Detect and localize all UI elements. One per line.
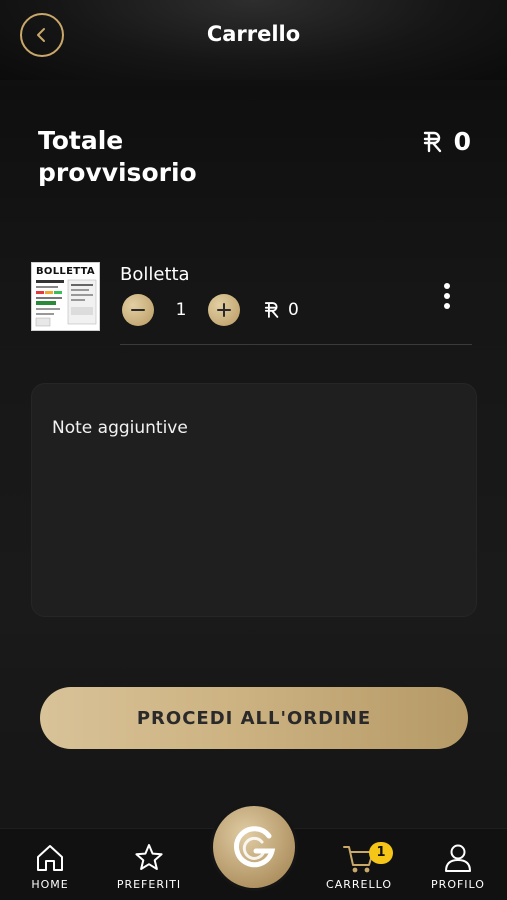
currency-icon (264, 302, 279, 318)
proceed-button-label: PROCEDI ALL'ORDINE (136, 707, 372, 729)
notes-field[interactable]: Note aggiuntive (31, 383, 477, 617)
nav-item-home[interactable]: HOME (10, 841, 90, 891)
item-divider (120, 344, 472, 345)
nav-label-preferiti: PREFERITI (116, 878, 182, 891)
brand-logo-button[interactable] (213, 806, 295, 888)
nav-label-carrello: CARRELLO (326, 878, 392, 891)
nav-item-preferiti[interactable]: PREFERITI (109, 841, 189, 891)
nav-item-profilo[interactable]: PROFILO (418, 841, 498, 891)
document-preview-icon (35, 279, 97, 327)
dot (444, 303, 450, 309)
total-amount-value: 0 (453, 127, 471, 156)
nav-label-home: HOME (31, 878, 69, 891)
more-options-button[interactable] (437, 282, 457, 310)
user-icon (445, 844, 471, 872)
header: Carrello (0, 0, 507, 80)
decrease-quantity-button[interactable] (122, 294, 154, 326)
cart-count-badge: 1 (369, 842, 393, 864)
minus-icon (131, 309, 145, 311)
quantity-stepper: 1 0 (122, 294, 299, 326)
notes-placeholder: Note aggiuntive (52, 418, 188, 438)
home-icon (37, 845, 63, 871)
currency-icon (423, 131, 441, 152)
dot (444, 293, 450, 299)
plus-icon (217, 303, 231, 317)
total-amount: 0 (420, 127, 471, 156)
nav-label-profilo: PROFILO (431, 878, 485, 891)
item-name: Bolletta (120, 264, 190, 285)
increase-quantity-button[interactable] (208, 294, 240, 326)
brand-logo-icon (234, 826, 276, 868)
quantity-value: 1 (175, 300, 187, 320)
cart-screen: Carrello Totale provvisorio 0 BOLLETTA B… (0, 0, 507, 900)
item-price: 0 (262, 300, 299, 320)
star-icon (135, 844, 163, 870)
cart-item: BOLLETTA Bolletta 1 0 (30, 260, 477, 346)
proceed-to-order-button[interactable]: PROCEDI ALL'ORDINE (40, 687, 468, 749)
dot (444, 283, 450, 289)
item-thumbnail: BOLLETTA (31, 262, 100, 331)
total-label: Totale provvisorio (38, 126, 197, 187)
page-title: Carrello (206, 22, 301, 46)
item-price-value: 0 (288, 300, 299, 320)
